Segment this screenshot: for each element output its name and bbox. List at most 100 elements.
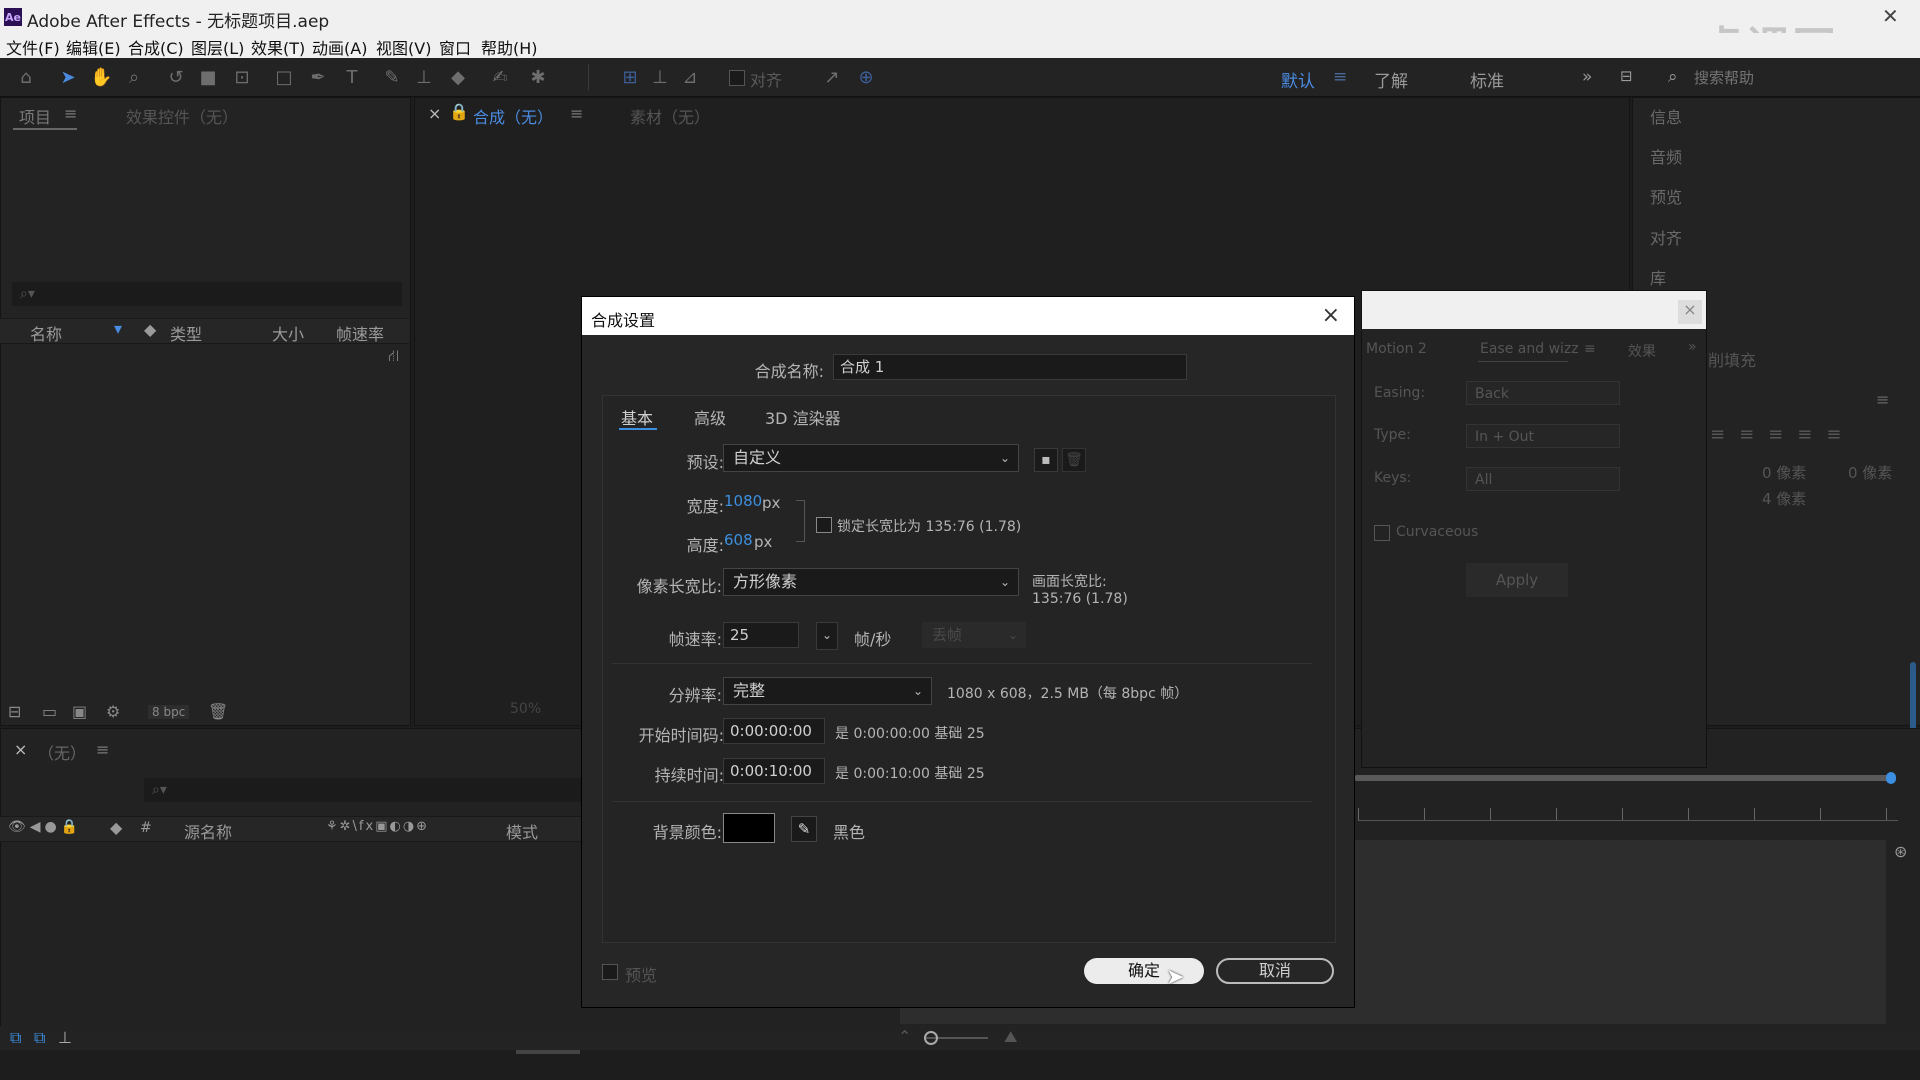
workspace-standard[interactable]: 标准	[1470, 67, 1504, 92]
tab-timeline[interactable]: （无）	[38, 740, 86, 764]
tab-footage[interactable]: 素材（无）	[630, 104, 710, 128]
snap-grid-icon[interactable]: ⊕	[856, 68, 876, 88]
close-window-icon[interactable]: ✕	[1882, 4, 1899, 28]
menu-effect[interactable]: 效果(T)	[251, 35, 305, 59]
menu-edit[interactable]: 编辑(E)	[66, 35, 121, 59]
camera-tool-icon[interactable]: ■	[198, 68, 218, 88]
pan-behind-tool-icon[interactable]: ⊡	[232, 68, 252, 88]
tab-ease-and-wizz[interactable]: Ease and wizz	[1480, 341, 1579, 357]
pixel-aspect-select[interactable]: 方形像素 ⌄	[723, 568, 1019, 596]
start-timecode-field[interactable]: 0:00:00:00	[723, 718, 825, 744]
pen-tool-icon[interactable]: ✒	[308, 68, 328, 88]
workspace-default[interactable]: 默认	[1281, 67, 1315, 92]
ok-button[interactable]: 确定	[1084, 958, 1204, 984]
zoom-tool-icon[interactable]: ⌕	[124, 68, 144, 88]
background-color-swatch[interactable]	[723, 813, 775, 843]
toggle-modes-icon[interactable]: ⧉	[34, 1028, 45, 1048]
timeline-search-input[interactable]: ⌕▾	[144, 778, 584, 802]
brush-tool-icon[interactable]: ✎	[382, 68, 402, 88]
project-search-input[interactable]: ⌕▾	[12, 282, 402, 306]
work-area-end-handle[interactable]	[1886, 772, 1896, 784]
snap-anchor-icon[interactable]: ⊞	[620, 68, 640, 88]
roto-brush-tool-icon[interactable]: ✍	[490, 68, 510, 88]
horizontal-scrollbar[interactable]	[516, 1050, 580, 1054]
close-comp-tab-icon[interactable]: ×	[428, 104, 441, 123]
label-tag-icon[interactable]: ◆	[110, 818, 122, 837]
selection-tool-icon[interactable]: ➤	[58, 68, 78, 88]
zoom-in-icon[interactable]: ⛰	[1004, 1027, 1017, 1047]
menu-view[interactable]: 视图(V)	[376, 35, 431, 59]
panel-audio[interactable]: 音频	[1650, 144, 1682, 168]
lock-aspect-checkbox[interactable]	[816, 517, 832, 533]
snap-align-icon[interactable]: ↗	[822, 68, 842, 88]
menu-composition[interactable]: 合成(C)	[128, 35, 184, 59]
interpret-footage-icon[interactable]: ⊟	[8, 702, 21, 721]
workspace-learn[interactable]: 了解	[1374, 67, 1408, 92]
resolution-select[interactable]: 完整 ⌄	[723, 677, 932, 705]
tab-motion2[interactable]: Motion 2	[1366, 341, 1427, 357]
tab-effects[interactable]: 效果	[1628, 341, 1656, 361]
text-tool-icon[interactable]: T	[342, 68, 362, 88]
ease-tab-menu-icon[interactable]: ≡	[1584, 341, 1596, 357]
tab-advanced[interactable]: 高级	[694, 405, 726, 429]
easing-select[interactable]: Back	[1466, 381, 1620, 405]
save-preset-icon[interactable]: ▪	[1034, 448, 1058, 472]
rectangle-tool-icon[interactable]: □	[274, 68, 294, 88]
indent-left-value[interactable]: 0 像素	[1762, 462, 1806, 483]
column-type[interactable]: 类型	[170, 321, 202, 345]
panel-align[interactable]: 对齐	[1650, 225, 1682, 249]
new-composition-icon[interactable]: ▣	[72, 702, 87, 721]
lock-icon[interactable]: 🔒	[449, 102, 469, 121]
project-tab-menu-icon[interactable]: ≡	[64, 104, 77, 123]
indent-right-value[interactable]: 0 像素	[1848, 462, 1892, 483]
eraser-tool-icon[interactable]: ◆	[448, 68, 468, 88]
column-source-name[interactable]: 源名称	[184, 819, 232, 843]
bit-depth-label[interactable]: 8 bpc	[148, 705, 190, 719]
sync-settings-icon[interactable]: ⊟	[1620, 67, 1633, 85]
scroll-handle[interactable]	[1910, 662, 1916, 732]
more-workspaces-icon[interactable]: »	[1582, 67, 1592, 87]
tab-basic[interactable]: 基本	[621, 405, 653, 429]
menu-window[interactable]: 窗口	[439, 35, 471, 59]
space-before-value[interactable]: 4 像素	[1762, 488, 1806, 509]
close-icon[interactable]: ×	[1322, 303, 1340, 328]
motion2-close-icon[interactable]: ×	[1678, 300, 1702, 324]
column-name[interactable]: 名称	[30, 321, 62, 345]
snap-checkbox[interactable]	[729, 70, 745, 86]
clone-stamp-tool-icon[interactable]: ⊥	[414, 68, 434, 88]
layer-switch-icons[interactable]: 👁◀●🔒	[8, 819, 82, 835]
hand-tool-icon[interactable]: ✋	[90, 68, 112, 88]
label-tag-icon[interactable]: ◆	[144, 320, 156, 339]
more-tabs-icon[interactable]: »	[1688, 339, 1697, 355]
menu-help[interactable]: 帮助(H)	[481, 35, 538, 59]
new-folder-icon[interactable]: ▭	[42, 702, 57, 721]
panel-preview[interactable]: 预览	[1650, 184, 1682, 208]
menu-layer[interactable]: 图层(L)	[191, 35, 244, 59]
eyedropper-icon[interactable]: ✎	[791, 816, 817, 842]
delete-icon[interactable]: 🗑	[208, 702, 228, 721]
home-icon[interactable]: ⌂	[16, 68, 36, 88]
column-size[interactable]: 大小	[272, 321, 304, 345]
flowchart-icon[interactable]: ⛙	[388, 346, 399, 367]
sort-arrow-icon[interactable]: ▾	[114, 319, 122, 338]
viewer-zoom-value[interactable]: 50%	[510, 701, 541, 717]
layer-switch-header-icons[interactable]: ⚘✲\fx▣◐◑⊕	[326, 819, 429, 834]
width-value[interactable]: 1080	[724, 492, 762, 510]
framerate-dropdown-icon[interactable]: ⌄	[816, 622, 838, 650]
paragraph-menu-icon[interactable]: ≡	[1876, 390, 1889, 409]
height-value[interactable]: 608	[724, 531, 753, 549]
project-settings-icon[interactable]: ⚙	[106, 702, 120, 721]
delete-preset-icon[interactable]: 🗑	[1062, 448, 1086, 472]
framerate-field[interactable]: 25	[723, 622, 799, 648]
duration-field[interactable]: 0:00:10:00	[723, 758, 825, 784]
menu-animation[interactable]: 动画(A)	[312, 35, 367, 59]
toggle-switches-icon[interactable]: ⧉	[10, 1028, 21, 1048]
close-timeline-icon[interactable]: ×	[14, 740, 27, 759]
snap-feature-icon[interactable]: ⊿	[680, 68, 700, 88]
zoom-out-icon[interactable]: ⌃	[898, 1027, 911, 1046]
keys-select[interactable]: All	[1466, 467, 1620, 491]
menu-file[interactable]: 文件(F)	[6, 35, 60, 59]
tab-3d-renderer[interactable]: 3D 渲染器	[765, 405, 841, 429]
preset-select[interactable]: 自定义 ⌄	[723, 444, 1019, 472]
cancel-button[interactable]: 取消	[1216, 958, 1334, 984]
